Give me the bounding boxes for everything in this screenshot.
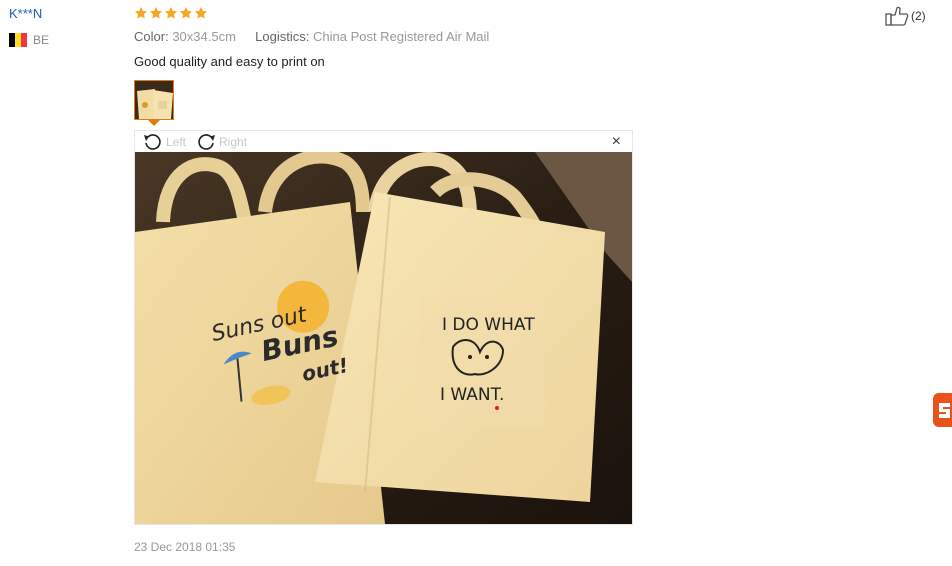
print-i-do-what: I DO WHAT — [442, 315, 535, 335]
order-meta: Color: 30x34.5cm Logistics: China Post R… — [134, 29, 489, 44]
belgium-flag-icon — [9, 33, 27, 47]
thumbs-up-icon — [885, 6, 909, 26]
star-icon — [134, 7, 148, 19]
color-label: Color: — [134, 29, 169, 44]
star-icon — [194, 7, 208, 19]
star-icon — [179, 7, 193, 19]
helpful-button[interactable]: (2) — [885, 6, 926, 26]
rotate-left-button[interactable]: Left — [143, 133, 186, 151]
print-i-want: I WANT. — [440, 385, 504, 405]
side-float-badge-icon[interactable] — [933, 393, 952, 427]
star-icon — [149, 7, 163, 19]
logistics-label: Logistics: — [255, 29, 310, 44]
close-viewer-button[interactable]: × — [612, 134, 621, 150]
rotate-right-button[interactable]: Right — [196, 133, 247, 151]
tote-bag-thumbnail-image — [135, 81, 173, 119]
thumbnail-pointer — [148, 120, 160, 126]
logistics-value: China Post Registered Air Mail — [312, 29, 490, 44]
helpful-count: (2) — [911, 9, 926, 23]
country-code: BE — [33, 33, 50, 47]
rotate-right-label: Right — [219, 134, 248, 149]
tote-bags-photo: Suns out Buns out! I DO WHAT I WANT. — [135, 152, 632, 524]
rotate-left-label: Left — [166, 134, 187, 149]
reviewer-country: BE — [9, 33, 49, 47]
rotate-left-icon — [144, 133, 161, 150]
star-icon — [164, 7, 178, 19]
photo-thumbnail[interactable] — [134, 80, 174, 120]
image-viewer: Left Right × Suns out Buns out! I DO WHA… — [134, 130, 633, 525]
star-rating — [134, 6, 208, 20]
viewer-toolbar: Left Right × — [135, 131, 632, 152]
rotate-right-icon — [198, 133, 216, 150]
review-text: Good quality and easy to print on — [134, 54, 325, 69]
i-do-what-print: I DO WHAT I WANT. — [420, 297, 545, 427]
reviewer-name[interactable]: K***N — [9, 6, 42, 21]
review-date: 23 Dec 2018 01:35 — [134, 540, 236, 554]
color-value: 30x34.5cm — [172, 29, 236, 44]
